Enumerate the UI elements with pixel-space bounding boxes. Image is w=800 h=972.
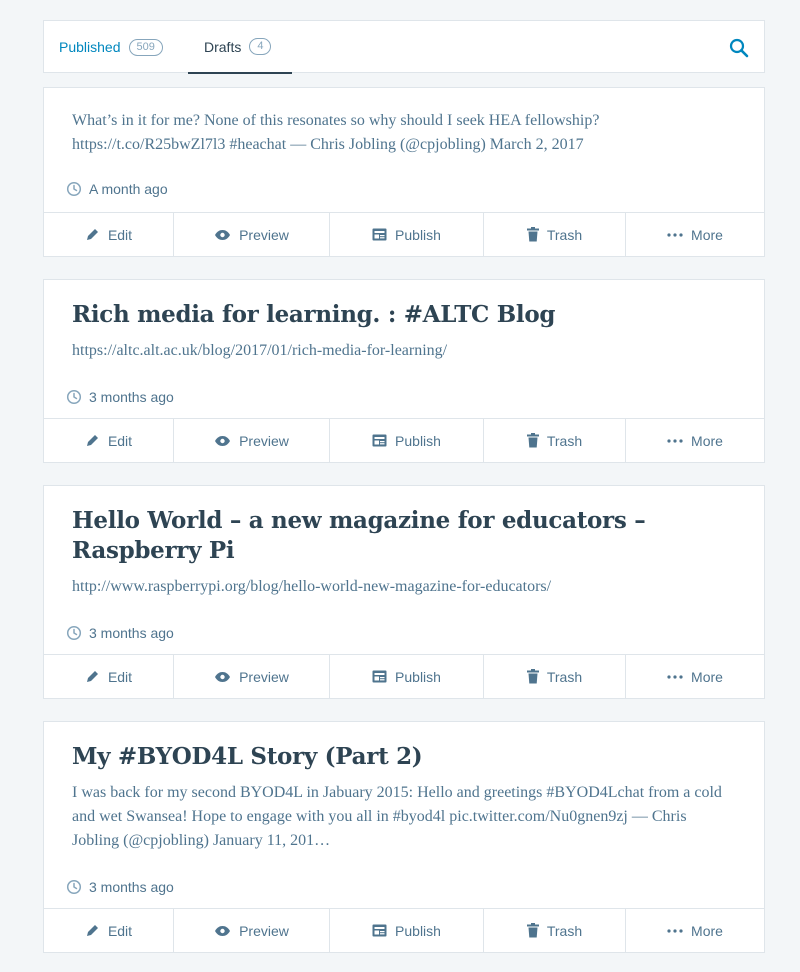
ellipsis-icon	[667, 674, 683, 679]
tab-drafts[interactable]: Drafts 4	[188, 21, 292, 74]
post-time: 3 months ago	[66, 879, 174, 895]
preview-label: Preview	[239, 668, 289, 685]
post-time-label: 3 months ago	[89, 389, 174, 405]
post-card: My #BYOD4L Story (Part 2) I was back for…	[43, 721, 765, 953]
eye-icon	[215, 229, 231, 240]
post-card: Rich media for learning. : #ALTC Blog ht…	[43, 279, 765, 463]
more-label: More	[691, 432, 723, 449]
post-actions: Edit Preview Publish Trash More	[43, 654, 765, 699]
clock-icon	[66, 389, 82, 405]
post-time: 3 months ago	[66, 389, 174, 405]
preview-button[interactable]: Preview	[173, 909, 329, 952]
trash-button[interactable]: Trash	[483, 419, 625, 462]
trash-icon	[526, 669, 539, 684]
post-time: A month ago	[66, 181, 168, 197]
edit-button[interactable]: Edit	[43, 655, 173, 698]
edit-label: Edit	[107, 226, 133, 243]
pencil-icon	[86, 435, 98, 446]
tab-published-label: Published	[59, 39, 121, 55]
more-label: More	[691, 668, 723, 685]
post-excerpt: http://www.raspberrypi.org/blog/hello-wo…	[72, 578, 552, 595]
ellipsis-icon	[667, 438, 683, 443]
post-time-label: A month ago	[89, 181, 168, 197]
post-time: 3 months ago	[66, 625, 174, 641]
post-title[interactable]: My #BYOD4L Story (Part 2)	[72, 742, 732, 772]
section-nav: Published 509 Drafts 4	[43, 20, 765, 74]
trash-icon	[526, 433, 539, 448]
preview-button[interactable]: Preview	[173, 213, 329, 256]
post-actions: Edit Preview Publish Trash More	[43, 908, 765, 953]
post-card: Hello World – a new magazine for educato…	[43, 485, 765, 699]
more-button[interactable]: More	[625, 419, 765, 462]
post-actions: Edit Preview Publish Trash More	[43, 418, 765, 463]
trash-icon	[526, 923, 539, 938]
edit-button[interactable]: Edit	[43, 213, 173, 256]
eye-icon	[215, 671, 231, 682]
ellipsis-icon	[667, 232, 683, 237]
trash-icon	[526, 227, 539, 242]
preview-button[interactable]: Preview	[173, 655, 329, 698]
preview-label: Preview	[239, 226, 289, 243]
publish-icon	[372, 924, 387, 937]
publish-label: Publish	[395, 432, 441, 449]
publish-button[interactable]: Publish	[329, 655, 483, 698]
clock-icon	[66, 625, 82, 641]
publish-button[interactable]: Publish	[329, 909, 483, 952]
post-excerpt: I was back for my second BYOD4L in Jabua…	[72, 784, 722, 849]
more-button[interactable]: More	[625, 909, 765, 952]
trash-label: Trash	[546, 922, 583, 939]
edit-label: Edit	[107, 432, 133, 449]
trash-button[interactable]: Trash	[483, 213, 625, 256]
clock-icon	[66, 181, 82, 197]
publish-button[interactable]: Publish	[329, 419, 483, 462]
post-time-label: 3 months ago	[89, 879, 174, 895]
edit-button[interactable]: Edit	[43, 419, 173, 462]
published-count-badge: 509	[128, 38, 163, 56]
post-time-label: 3 months ago	[89, 625, 174, 641]
publish-icon	[372, 434, 387, 447]
pencil-icon	[86, 671, 98, 682]
more-label: More	[691, 922, 723, 939]
publish-icon	[372, 228, 387, 241]
trash-button[interactable]: Trash	[483, 655, 625, 698]
pencil-icon	[86, 925, 98, 936]
more-button[interactable]: More	[625, 655, 765, 698]
post-title[interactable]: Hello World – a new magazine for educato…	[72, 506, 672, 566]
publish-label: Publish	[395, 668, 441, 685]
post-excerpt: What’s in it for me? None of this resona…	[72, 112, 600, 153]
search-icon[interactable]	[728, 37, 750, 59]
edit-label: Edit	[107, 668, 133, 685]
tab-drafts-label: Drafts	[204, 38, 242, 55]
publish-label: Publish	[395, 922, 441, 939]
more-label: More	[691, 226, 723, 243]
preview-label: Preview	[239, 922, 289, 939]
more-button[interactable]: More	[625, 213, 765, 256]
trash-label: Trash	[546, 226, 583, 243]
eye-icon	[215, 925, 231, 936]
clock-icon	[66, 879, 82, 895]
trash-label: Trash	[546, 668, 583, 685]
edit-button[interactable]: Edit	[43, 909, 173, 952]
tab-published[interactable]: Published 509	[59, 21, 163, 73]
preview-button[interactable]: Preview	[173, 419, 329, 462]
post-actions: Edit Preview Publish Trash More	[43, 212, 765, 257]
pencil-icon	[86, 229, 98, 240]
preview-label: Preview	[239, 432, 289, 449]
publish-label: Publish	[395, 226, 441, 243]
eye-icon	[215, 435, 231, 446]
trash-label: Trash	[546, 432, 583, 449]
trash-button[interactable]: Trash	[483, 909, 625, 952]
post-excerpt: https://altc.alt.ac.uk/blog/2017/01/rich…	[72, 342, 448, 359]
publish-icon	[372, 670, 387, 683]
edit-label: Edit	[107, 922, 133, 939]
post-title[interactable]: Rich media for learning. : #ALTC Blog	[72, 300, 732, 330]
ellipsis-icon	[667, 928, 683, 933]
post-card: What’s in it for me? None of this resona…	[43, 87, 765, 257]
drafts-count-badge: 4	[249, 38, 272, 55]
publish-button[interactable]: Publish	[329, 213, 483, 256]
